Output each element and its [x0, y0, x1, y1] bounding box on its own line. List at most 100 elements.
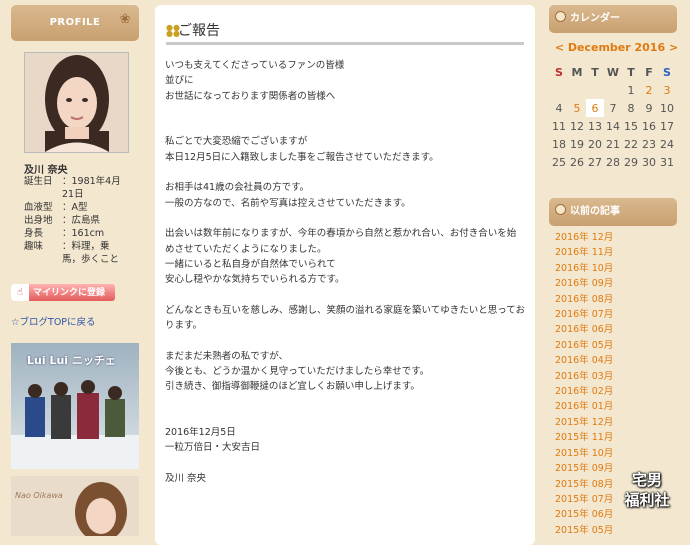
calendar-weekday: S: [663, 65, 671, 79]
calendar-day: 18: [552, 137, 566, 151]
profile-row-hobby: 趣味 ：料理，乗馬，歩くこと: [24, 240, 128, 266]
post-line: 一粒万倍日・大安吉日: [165, 442, 261, 454]
profile-name: 及川 奈央: [24, 165, 68, 176]
calendar-day: 10: [660, 101, 674, 115]
post-line: いつも支えてくださっているファンの皆様: [165, 60, 345, 71]
post-line: 出会いは数年前になりますが、今年の春頃から自然と惹かれ合い、お付き合いを始めさせ…: [165, 228, 517, 255]
circle-bullet-icon: [555, 11, 566, 22]
archive-item[interactable]: 2015年 11月: [555, 430, 613, 445]
post-date: 2016年12月5日 一粒万倍日・大安吉日: [165, 425, 525, 456]
watermark-line: 宅男: [631, 471, 662, 489]
profile-header: PROFILE ❀: [11, 5, 139, 41]
archive-item[interactable]: 2016年 10月: [555, 261, 613, 276]
profile-row-height: 身長 ：161cm: [24, 227, 128, 240]
calendar-week: 11 12 13 14 15 16 17: [550, 117, 676, 135]
archive-item[interactable]: 2016年 12月: [555, 230, 613, 245]
archive-header-label: 以前の記事: [570, 206, 620, 217]
calendar-week: 123: [550, 81, 676, 99]
archive-item[interactable]: 2016年 03月: [555, 369, 613, 384]
archive-item[interactable]: 2015年 08月: [555, 477, 613, 492]
post-line: 今後とも、どうか温かく見守っていただけましたら幸せです。: [165, 365, 430, 377]
archive-item[interactable]: 2015年 07月: [555, 492, 613, 507]
calendar-day: 23: [642, 137, 656, 151]
profile-value: ：料理，乗馬，歩くこと: [62, 241, 120, 265]
profile-header-label: PROFILE: [49, 17, 101, 28]
archive-item[interactable]: 2016年 06月: [555, 322, 613, 337]
circle-bullet-icon: [555, 204, 566, 215]
profile-row-birthday: 誕生日 ：1981年4月21日: [24, 175, 128, 201]
calendar-empty-day: [604, 81, 622, 99]
post-line: お世話になっております関係者の皆様へ: [165, 90, 336, 102]
post-line: 並びに: [165, 75, 194, 87]
left-sidebar: PROFILE ❀ 及川 奈央 誕生日 ：1981年4月21日 血液型 ：A型 出身…: [0, 0, 148, 536]
profile-photo: [24, 52, 129, 153]
profile-value: ：161cm: [62, 228, 105, 239]
archive-item[interactable]: 2016年 01月: [555, 399, 613, 414]
calendar-day[interactable]: 3: [658, 81, 676, 99]
watermark-line: 福利社: [624, 491, 670, 509]
calendar-day: 7: [609, 101, 617, 115]
profile-key: 出身地: [24, 215, 53, 226]
calendar-day[interactable]: 5: [568, 99, 586, 117]
calendar-day: 17: [660, 119, 674, 133]
profile-value: ：1981年4月21日: [62, 176, 121, 200]
calendar-day: 26: [570, 155, 584, 169]
blog-top-link[interactable]: ☆ブログTOPに戻る: [11, 314, 96, 328]
calendar-day: 21: [606, 137, 620, 151]
calendar-header-label: カレンダー: [570, 13, 620, 24]
cd-banner-2[interactable]: Nao Oikawa: [11, 476, 139, 536]
archive-item[interactable]: 2016年 04月: [555, 353, 613, 368]
archive-item[interactable]: 2016年 08月: [555, 292, 613, 307]
mylink-button[interactable]: ☝ マイリンクに登録: [11, 284, 115, 301]
calendar-day: 25: [552, 155, 566, 169]
calendar-day: 12: [570, 119, 584, 133]
archive-item[interactable]: 2016年 09月: [555, 276, 613, 291]
archive-item[interactable]: 2015年 12月: [555, 415, 613, 430]
archive-item[interactable]: 2015年 06月: [555, 507, 613, 522]
calendar-day: 15: [624, 119, 638, 133]
cd-title: Lui Lui ニッチェ: [27, 354, 116, 367]
calendar-weekday: T: [591, 65, 599, 79]
post-line: まだまだ未熟者の私ですが、: [165, 350, 289, 362]
calendar-day: 29: [624, 155, 638, 169]
post-paragraph: どんなときも互いを慈しみ、感謝し、笑顔の溢れる家庭を築いてゆきたいと思っておりま…: [165, 303, 525, 334]
post-line: 一般の方なので、名前や写真は控えさせていただきます。: [165, 197, 411, 209]
archive-item[interactable]: 2016年 07月: [555, 307, 613, 322]
calendar-weekday: T: [627, 65, 635, 79]
profile-value: ：広島県: [62, 215, 101, 226]
cd-jacket-banner[interactable]: Lui Lui ニッチェ: [11, 343, 139, 469]
calendar-day: 4: [555, 101, 563, 115]
archive-header: 以前の記事: [549, 198, 677, 226]
archive-item[interactable]: 2015年 10月: [555, 446, 613, 461]
archive-item[interactable]: 2016年 11月: [555, 245, 613, 260]
post-signature: 及川 奈央: [165, 471, 525, 486]
post-line: 本日12月5日に入籍致しました事をご報告させていただきます。: [165, 151, 439, 163]
post-paragraph: いつも支えてくださっているファンの皆様 並びにお世話になっております関係者の皆様へ: [165, 58, 525, 104]
calendar-day: 31: [660, 155, 674, 169]
calendar-week: 25 26 27 28 29 30 31: [550, 153, 676, 171]
calendar-day: 8: [627, 101, 635, 115]
post-body: いつも支えてくださっているファンの皆様 並びにお世話になっております関係者の皆様へ…: [165, 58, 525, 502]
calendar-day: 16: [642, 119, 656, 133]
post-line: 安心し穏やかな気持ちでいられる方です。: [165, 274, 345, 286]
post-line: お相手は41歳の会社員の方です。: [165, 182, 310, 194]
calendar-grid: S M T W T F S 1 2 3 4 5 6 7 8 9 10 11 12 13 14 15 16 17 18 19 20 21…: [550, 63, 676, 171]
calendar-day: 20: [588, 137, 602, 151]
profile-row-blood: 血液型 ：A型: [24, 201, 128, 214]
calendar-day: 30: [642, 155, 656, 169]
post-paragraph: 私ごとで大変恐縮でございますが 本日12月5日に入籍致しました事をご報告させていた…: [165, 134, 525, 165]
calendar-weekday: S: [555, 65, 563, 79]
calendar-day[interactable]: 2: [640, 81, 658, 99]
paw-icon: ❀: [119, 12, 131, 27]
profile-row-hometown: 出身地 ：広島県: [24, 214, 128, 227]
archive-item[interactable]: 2015年 09月: [555, 461, 613, 476]
calendar-month-nav[interactable]: < December 2016 >: [554, 41, 679, 54]
archive-item[interactable]: 2016年 05月: [555, 338, 613, 353]
calendar-header: カレンダー: [549, 5, 677, 33]
archive-item[interactable]: 2015年 05月: [555, 523, 613, 538]
archive-list: 2016年 12月 2016年 11月 2016年 10月 2016年 09月 2016…: [555, 230, 613, 538]
calendar-empty-day: [550, 81, 568, 99]
calendar-day: 24: [660, 137, 674, 151]
archive-item[interactable]: 2016年 02月: [555, 384, 613, 399]
calendar-day: 28: [606, 155, 620, 169]
